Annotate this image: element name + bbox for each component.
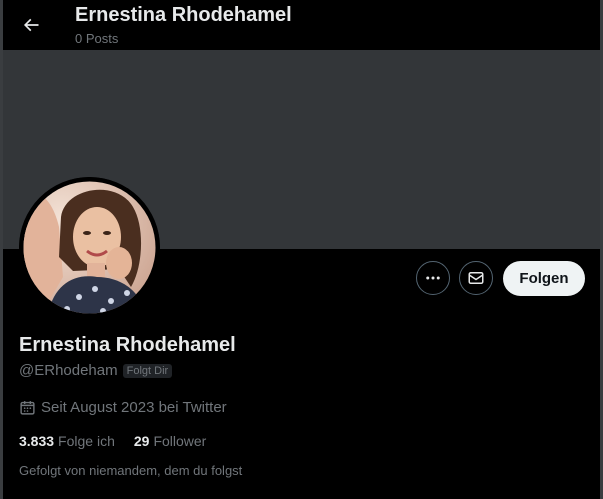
avatar-image xyxy=(19,177,160,318)
header-title: Ernestina Rhodehamel xyxy=(75,4,292,26)
posts-count: 0 Posts xyxy=(75,31,119,46)
followed-by-text: Gefolgt von niemandem, dem du folgst xyxy=(19,463,243,478)
join-date-text: Seit August 2023 bei Twitter xyxy=(41,399,227,416)
followers-label: Follower xyxy=(153,433,207,449)
follow-button[interactable]: Folgen xyxy=(503,261,585,296)
avatar[interactable] xyxy=(19,177,160,318)
handle-row: @ERhodeham Folgt Dir xyxy=(19,362,173,379)
followers-link[interactable]: 29 Follower xyxy=(134,433,206,449)
message-button[interactable] xyxy=(459,261,493,295)
following-link[interactable]: 3.833 Folge ich xyxy=(19,433,115,449)
profile-display-name: Ernestina Rhodehamel xyxy=(19,334,236,356)
profile-page: Ernestina Rhodehamel 0 Posts Folgen Erne… xyxy=(0,0,603,499)
followers-count: 29 xyxy=(133,433,150,449)
following-count: 3.833 xyxy=(19,433,55,449)
more-horizontal-icon xyxy=(426,276,440,280)
profile-header: Ernestina Rhodehamel 0 Posts xyxy=(3,0,600,50)
calendar-icon xyxy=(20,401,35,415)
join-date: Seit August 2023 bei Twitter xyxy=(19,399,227,416)
back-button[interactable] xyxy=(13,7,49,43)
arrow-left-icon xyxy=(23,18,39,32)
profile-handle: @ERhodeham xyxy=(19,362,118,379)
follow-stats: 3.833 Folge ich 29 Follower xyxy=(19,433,206,449)
following-label: Folge ich xyxy=(58,433,115,449)
more-button[interactable] xyxy=(416,261,450,295)
follows-you-badge: Folgt Dir xyxy=(122,363,173,378)
mail-icon xyxy=(468,272,484,284)
